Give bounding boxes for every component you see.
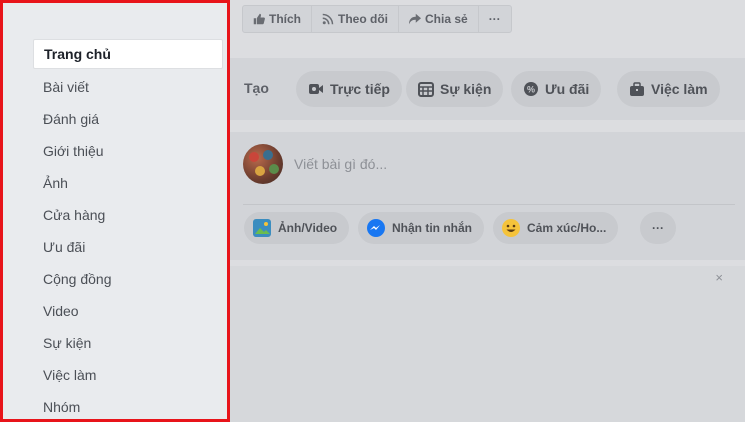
follow-button[interactable]: Theo dõi xyxy=(312,6,399,32)
sidebar-list: Trang chủ Bài viết Đánh giá Giới thiệu Ả… xyxy=(33,39,223,422)
page-sidebar-nav: Trang chủ Bài viết Đánh giá Giới thiệu Ả… xyxy=(0,0,230,422)
composer-input[interactable]: Viết bài gì đó... xyxy=(294,156,387,172)
share-arrow-icon xyxy=(409,13,421,25)
photo-video-button[interactable]: Ảnh/Video xyxy=(244,212,350,244)
like-label: Thích xyxy=(269,12,301,26)
calendar-icon xyxy=(418,82,434,97)
more-dots-icon: ··· xyxy=(652,221,664,235)
sidebar-item-videos[interactable]: Video xyxy=(33,295,223,327)
sidebar-item-home[interactable]: Trang chủ xyxy=(33,39,223,69)
feeling-activity-label: Cảm xúc/Ho... xyxy=(527,221,607,235)
sidebar-item-about[interactable]: Giới thiệu xyxy=(33,135,223,167)
create-event-button[interactable]: Sự kiện xyxy=(406,71,504,107)
close-icon[interactable]: × xyxy=(715,270,723,285)
photo-video-label: Ảnh/Video xyxy=(278,221,338,235)
sidebar-item-community[interactable]: Cộng đồng xyxy=(33,263,223,295)
sidebar-item-photos[interactable]: Ảnh xyxy=(33,167,223,199)
sidebar-item-offers[interactable]: Ưu đãi xyxy=(33,231,223,263)
create-offer-button[interactable]: % Ưu đãi xyxy=(511,71,602,107)
page-main-content: Thích Theo dõi Chia sẻ ··· Tạo Trực tiếp… xyxy=(230,0,745,422)
avatar xyxy=(243,144,283,184)
create-job-button[interactable]: Việc làm xyxy=(617,71,720,107)
create-event-label: Sự kiện xyxy=(440,81,492,97)
go-live-button[interactable]: Trực tiếp xyxy=(296,71,402,107)
thumbs-up-icon xyxy=(253,13,265,25)
photo-icon xyxy=(253,219,271,237)
briefcase-icon xyxy=(630,82,644,96)
composer-more-button[interactable]: ··· xyxy=(640,212,676,244)
feeling-activity-button[interactable]: Cảm xúc/Ho... xyxy=(493,212,619,244)
share-button[interactable]: Chia sẻ xyxy=(399,6,479,32)
sidebar-item-groups[interactable]: Nhóm xyxy=(33,391,223,422)
video-camera-icon xyxy=(309,84,323,94)
share-label: Chia sẻ xyxy=(425,12,468,26)
get-messages-label: Nhận tin nhắn xyxy=(392,221,472,235)
sidebar-item-events[interactable]: Sự kiện xyxy=(33,327,223,359)
composer-divider xyxy=(243,204,735,205)
go-live-label: Trực tiếp xyxy=(330,81,390,97)
post-composer: Viết bài gì đó... Ảnh/Video Nhận tin nhắ… xyxy=(230,132,745,260)
follow-label: Theo dõi xyxy=(338,12,388,26)
create-card: Tạo Trực tiếp Sự kiện % Ưu đãi Việc làm xyxy=(230,58,745,120)
messenger-icon xyxy=(367,219,385,237)
svg-text:%: % xyxy=(527,85,535,95)
more-dots-icon: ··· xyxy=(488,12,501,26)
like-button[interactable]: Thích xyxy=(243,6,312,32)
rss-icon xyxy=(322,13,334,25)
sidebar-item-posts[interactable]: Bài viết xyxy=(33,71,223,103)
sidebar-item-jobs[interactable]: Việc làm xyxy=(33,359,223,391)
get-messages-button[interactable]: Nhận tin nhắn xyxy=(358,212,484,244)
more-actions-button[interactable]: ··· xyxy=(479,6,511,32)
create-job-label: Việc làm xyxy=(651,81,708,97)
sidebar-item-reviews[interactable]: Đánh giá xyxy=(33,103,223,135)
percent-badge-icon: % xyxy=(524,82,538,96)
sidebar-item-shop[interactable]: Cửa hàng xyxy=(33,199,223,231)
page-action-bar: Thích Theo dõi Chia sẻ ··· xyxy=(242,5,512,33)
create-label: Tạo xyxy=(244,80,269,96)
smiley-emoji-icon xyxy=(502,219,520,237)
create-offer-label: Ưu đãi xyxy=(545,81,590,97)
feed-card: × xyxy=(230,266,745,422)
